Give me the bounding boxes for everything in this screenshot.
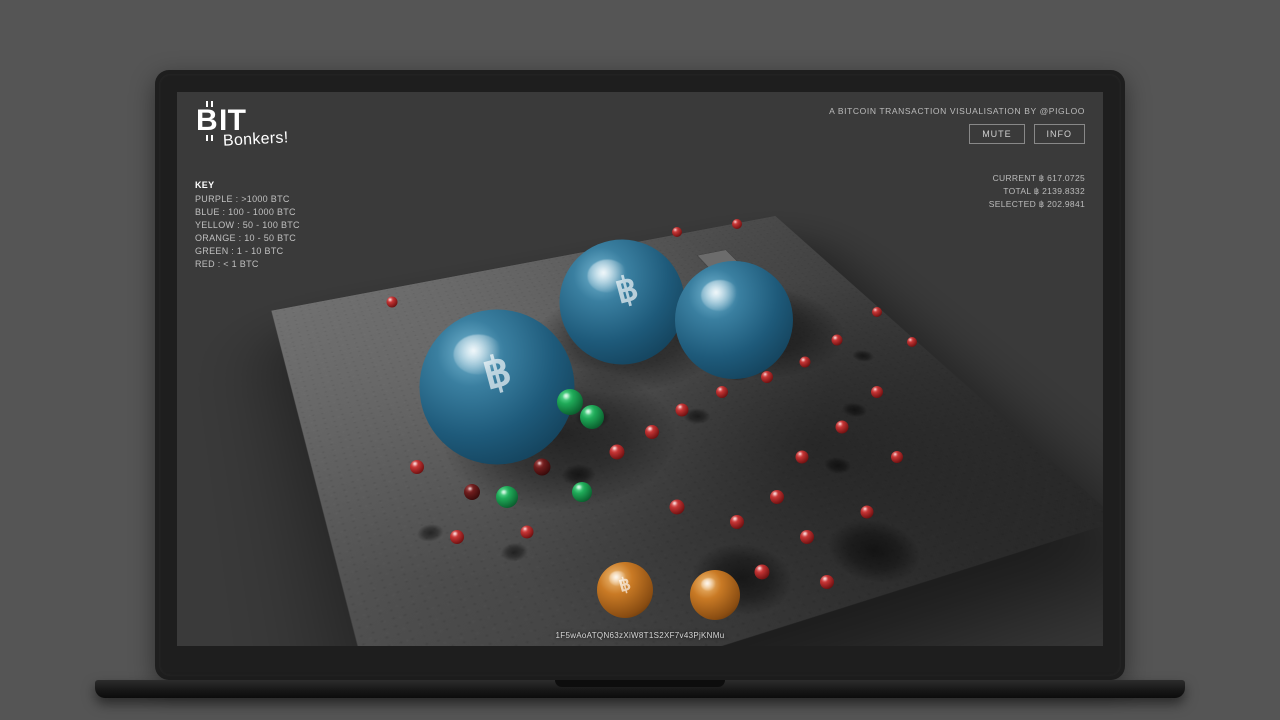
app-root: BIT Bonkers! KEY PURPLE : >1000 BTC BLUE… — [177, 92, 1103, 646]
ball-shadow — [678, 534, 809, 625]
transaction-plate[interactable]: 466793 — [271, 216, 1103, 646]
ball-shadow — [415, 521, 446, 544]
block-cube[interactable]: 466793 — [697, 235, 741, 255]
trackpad-notch — [555, 680, 725, 687]
ball-shadow — [498, 540, 531, 564]
ball-shadow — [849, 348, 878, 363]
laptop-base — [95, 680, 1185, 698]
selected-address: 1F5wAoATQN63zXiW8T1S2XF7v43PjKNMu — [556, 631, 725, 640]
ball-shadow — [838, 401, 872, 420]
laptop-screen: BIT Bonkers! KEY PURPLE : >1000 BTC BLUE… — [177, 92, 1103, 646]
ball-shadow — [680, 406, 715, 426]
ball-shadow — [813, 512, 937, 592]
laptop-frame: BIT Bonkers! KEY PURPLE : >1000 BTC BLUE… — [155, 70, 1125, 680]
scene-3d[interactable]: 466793 — [177, 92, 1103, 646]
ball-shadow — [820, 455, 856, 476]
